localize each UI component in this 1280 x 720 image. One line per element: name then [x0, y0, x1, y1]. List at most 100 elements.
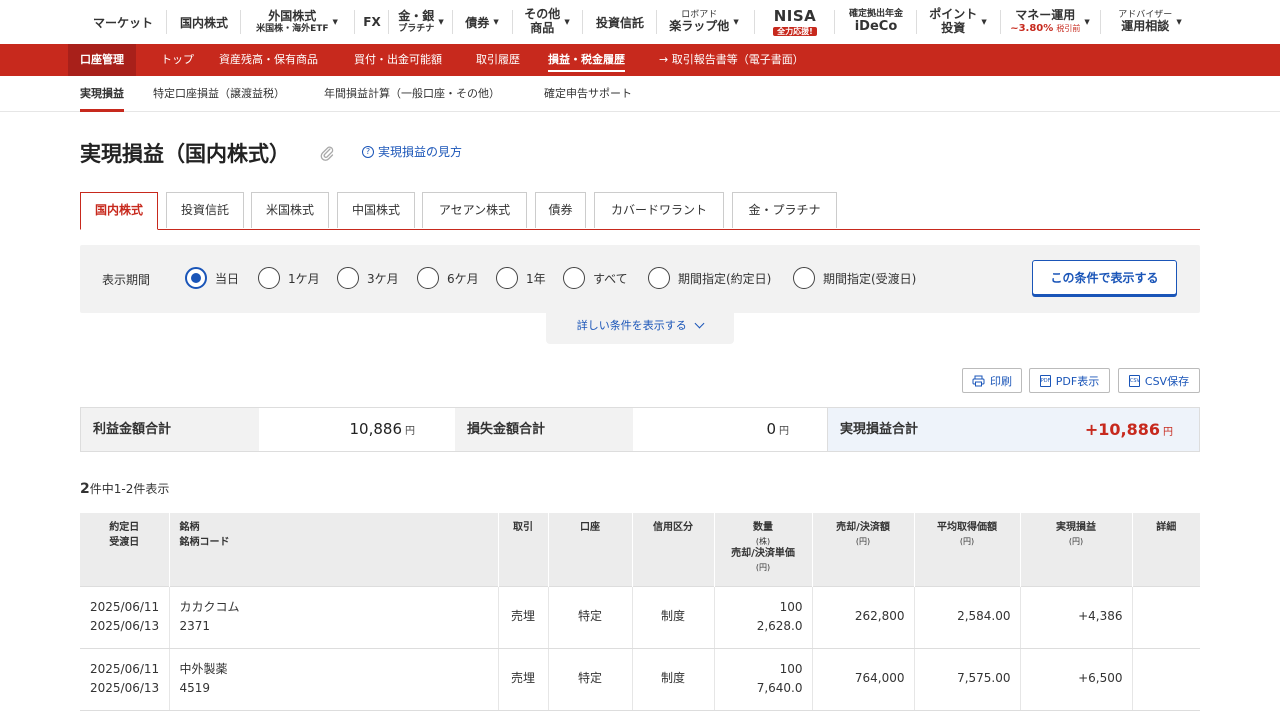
- account-nav-buying-power[interactable]: 買付・出金可能額: [354, 44, 442, 76]
- nav-divider: [240, 10, 241, 34]
- stock-name[interactable]: カカクコム: [180, 598, 498, 617]
- yen-unit: 円: [1163, 427, 1173, 438]
- rate-value: ~3.80%: [1010, 23, 1054, 35]
- nav-funds[interactable]: 投資信託: [584, 0, 656, 44]
- nav-robo[interactable]: ロボアド 楽ラップ他 ▼: [658, 0, 750, 44]
- trade-date: 2025/06/11: [90, 661, 160, 676]
- nav-sublabel: 米国株・海外ETF: [256, 23, 329, 34]
- realized-amount: +10,886: [1084, 420, 1160, 439]
- radio-1month[interactable]: 1ケ月: [258, 267, 320, 289]
- pdf-button[interactable]: PDF PDF表示: [1029, 368, 1110, 393]
- account-nav-home[interactable]: 口座管理: [68, 44, 136, 76]
- cell-detail: [1131, 647, 1200, 711]
- col-account: 口座: [547, 513, 632, 586]
- nav-nisa[interactable]: NISA 全力応援!: [756, 0, 834, 44]
- caret-down-icon: ▼: [733, 18, 739, 26]
- nav-advisor[interactable]: アドバイザー 運用相談 ▼: [1102, 0, 1198, 44]
- radio-icon: [563, 267, 585, 289]
- caret-down-icon: ▼: [564, 18, 570, 26]
- account-nav-pnl-tax[interactable]: 損益・税金履歴: [548, 44, 625, 76]
- nav-bonds[interactable]: 債券 ▼: [454, 0, 510, 44]
- more-conditions-label: 詳しい条件を表示する: [576, 319, 687, 332]
- col-price-unit: (円): [755, 562, 771, 572]
- quantity: 100: [779, 599, 803, 614]
- nav-divider: [656, 10, 657, 34]
- subnav-tax-return[interactable]: 確定申告サポート: [544, 76, 632, 112]
- csv-button[interactable]: CSV CSV保存: [1118, 368, 1200, 393]
- tab-us-stock[interactable]: 米国株式: [251, 192, 329, 228]
- cell-dates: 2025/06/11 2025/06/13: [80, 647, 169, 711]
- account-nav-holdings[interactable]: 資産残高・保有商品: [219, 44, 318, 76]
- nav-gold[interactable]: 金・銀 プラチナ ▼: [390, 0, 452, 44]
- radio-icon: [648, 267, 670, 289]
- tab-asean-stock[interactable]: アセアン株式: [422, 192, 527, 228]
- profit-total-label: 利益金額合計: [81, 408, 259, 451]
- unit-price: 7,640.0: [756, 681, 803, 695]
- tab-gold-platinum[interactable]: 金・プラチナ: [732, 192, 837, 228]
- nav-point[interactable]: ポイント 投資 ▼: [918, 0, 998, 44]
- help-link[interactable]: ? 実現損益の見方: [362, 143, 462, 160]
- cell-amount: 262,800: [811, 585, 914, 649]
- table-header: 約定日 受渡日 銘柄 銘柄コード 取引 口座 信用区分 数量 (株) 売却/決済単価 (円…: [80, 513, 1200, 586]
- caret-down-icon: ▼: [1084, 18, 1090, 26]
- nav-fx[interactable]: FX: [356, 0, 388, 44]
- nav-label: 債券: [465, 15, 490, 30]
- rate-note: 税引前: [1056, 24, 1081, 34]
- result-count-number: 2: [80, 481, 90, 497]
- tab-funds[interactable]: 投資信託: [166, 192, 244, 228]
- print-button[interactable]: 印刷: [962, 368, 1022, 393]
- radio-all[interactable]: すべて: [563, 267, 628, 289]
- nav-foreign-stock[interactable]: 外国株式 米国株・海外ETF ▼: [242, 0, 352, 44]
- nav-divider: [754, 10, 755, 34]
- realized-pnl-table: 約定日 受渡日 銘柄 銘柄コード 取引 口座 信用区分 数量 (株) 売却/決済単価 (円…: [80, 513, 1200, 711]
- realized-total-label: 実現損益合計: [827, 408, 1005, 451]
- radio-label: 6ケ月: [447, 271, 479, 286]
- col-pnl-unit: (円): [1068, 536, 1084, 546]
- nav-market[interactable]: マーケット: [80, 0, 166, 44]
- nav-label: 金・銀: [398, 8, 435, 23]
- more-conditions-toggle[interactable]: 詳しい条件を表示する: [546, 313, 734, 344]
- subnav-specific-account[interactable]: 特定口座損益（譲渡益税）: [153, 76, 285, 112]
- nav-label: 楽ラップ他: [669, 19, 730, 34]
- sub-nav: 実現損益 特定口座損益（譲渡益税） 年間損益計算（一般口座・その他） 確定申告サ…: [0, 76, 1280, 112]
- cell-dates: 2025/06/11 2025/06/13: [80, 585, 169, 649]
- unit-price: 2,628.0: [756, 619, 803, 633]
- nav-ideco[interactable]: 確定拠出年金 iDeCo: [836, 0, 916, 44]
- account-nav-reports[interactable]: → 取引報告書等（電子書面）: [659, 44, 804, 76]
- nav-other[interactable]: その他 商品 ▼: [514, 0, 580, 44]
- radio-today[interactable]: 当日: [185, 267, 239, 289]
- account-nav-history[interactable]: 取引履歴: [476, 44, 520, 76]
- tab-covered-warrant[interactable]: カバードワラント: [594, 192, 724, 228]
- nav-domestic-stock[interactable]: 国内株式: [168, 0, 240, 44]
- radio-6month[interactable]: 6ケ月: [417, 267, 479, 289]
- paperclip-icon[interactable]: [318, 144, 336, 162]
- subnav-annual-pnl[interactable]: 年間損益計算（一般口座・その他）: [324, 76, 500, 112]
- radio-trade-date-range[interactable]: 期間指定(約定日): [648, 267, 771, 289]
- col-detail: 詳細: [1131, 513, 1200, 586]
- nav-label: 投資信託: [595, 15, 644, 30]
- stock-code: 2371: [179, 619, 211, 633]
- stock-name[interactable]: 中外製薬: [180, 660, 498, 679]
- apply-filter-button[interactable]: この条件で表示する: [1032, 260, 1177, 295]
- pdf-label: PDF表示: [1055, 374, 1100, 388]
- subnav-realized-pnl[interactable]: 実現損益: [80, 76, 124, 112]
- tab-bonds[interactable]: 債券: [535, 192, 586, 228]
- col-pnl-label: 実現損益: [1056, 522, 1096, 533]
- tab-domestic-stock[interactable]: 国内株式: [80, 192, 158, 230]
- caret-down-icon: ▼: [981, 18, 987, 26]
- radio-settle-date-range[interactable]: 期間指定(受渡日): [793, 267, 916, 289]
- account-nav-top[interactable]: トップ: [161, 44, 194, 76]
- nav-label: 外国株式: [268, 8, 317, 23]
- radio-1year[interactable]: 1年: [496, 267, 546, 289]
- cell-avg-cost: 2,584.00: [913, 585, 1020, 649]
- tab-china-stock[interactable]: 中国株式: [337, 192, 415, 228]
- col-stock-code: 銘柄コード: [179, 536, 230, 548]
- radio-label: 当日: [215, 271, 240, 286]
- csv-label: CSV保存: [1144, 374, 1190, 388]
- nav-money[interactable]: マネー運用 ~3.80% 税引前 ▼: [1002, 0, 1098, 44]
- nav-label: iDeCo: [854, 18, 898, 34]
- radio-3month[interactable]: 3ケ月: [337, 267, 399, 289]
- help-link-label: 実現損益の見方: [378, 145, 463, 159]
- cell-trade: 売埋: [497, 585, 548, 649]
- csv-file-icon: CSV: [1128, 374, 1140, 387]
